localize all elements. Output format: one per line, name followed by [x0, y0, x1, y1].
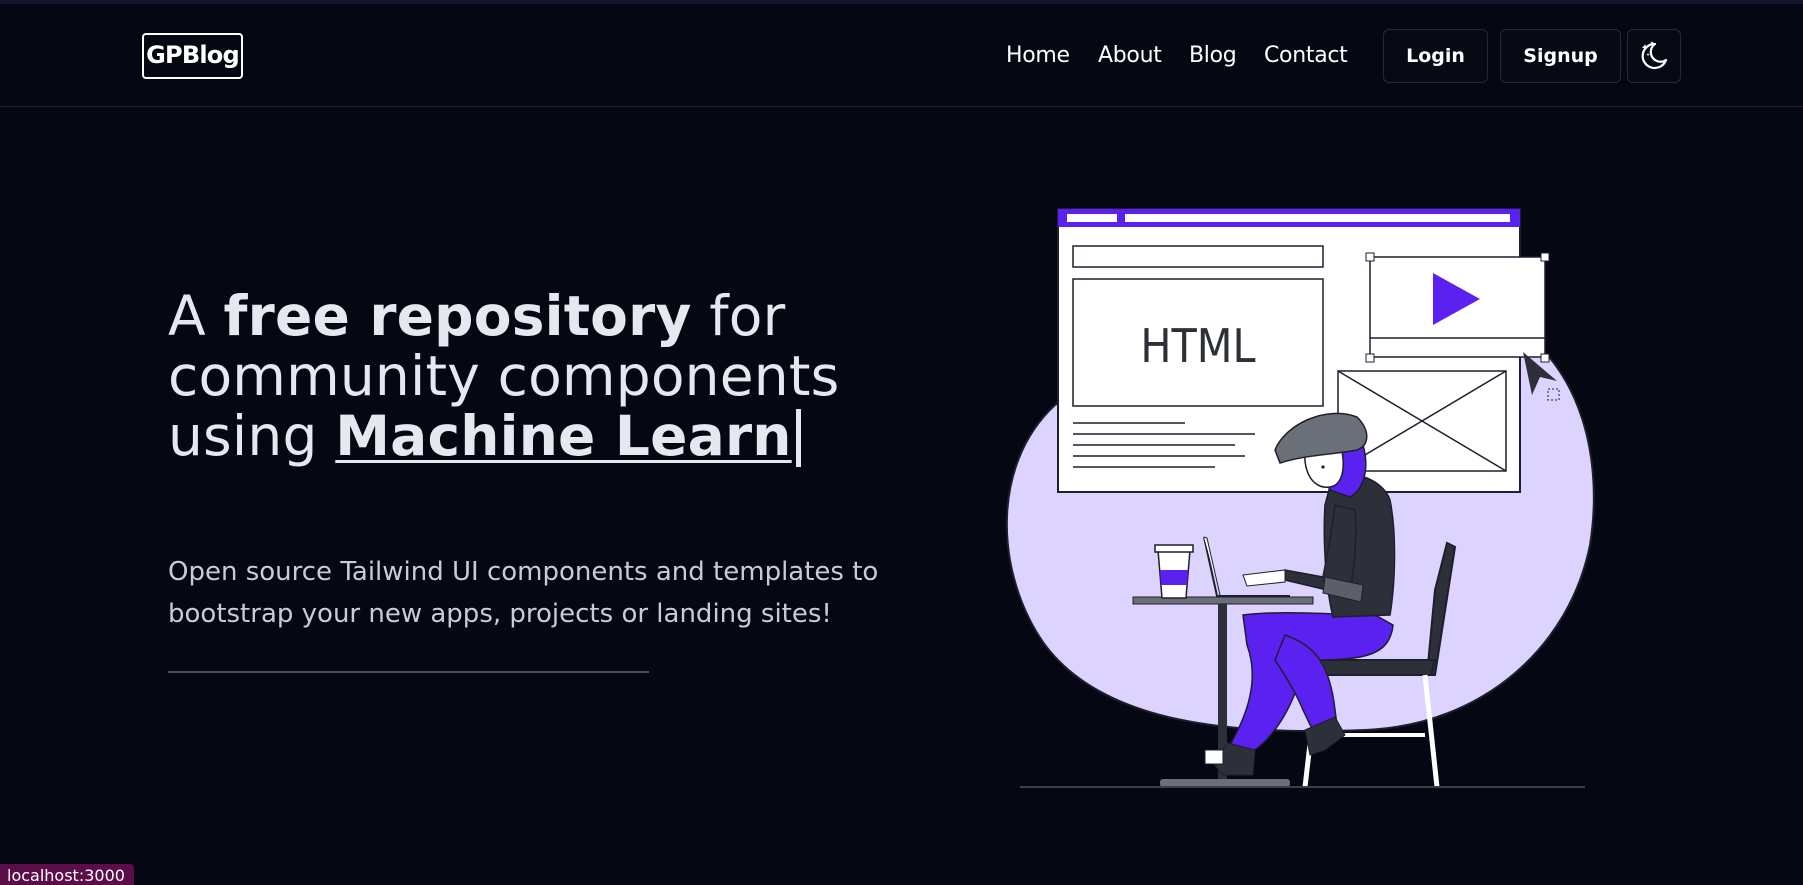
nav-blog-link[interactable]: Blog — [1189, 39, 1237, 73]
hero-title: A free repository for community componen… — [168, 286, 928, 467]
navbar: GPBlog Home About Blog Contact Login Sig… — [0, 0, 1803, 107]
theme-toggle-button[interactable] — [1627, 29, 1681, 83]
hero-subtitle: Open source Tailwind UI components and t… — [168, 557, 879, 629]
hero-divider — [168, 671, 649, 673]
typewriter-text: Machine Learn — [335, 404, 792, 468]
nav-contact-link[interactable]: Contact — [1264, 39, 1348, 73]
hero-title-part1: A — [168, 284, 224, 348]
signup-button[interactable]: Signup — [1500, 29, 1621, 83]
moon-stars-icon — [1641, 41, 1668, 70]
html-label: HTML — [1140, 319, 1255, 373]
nav-about-link[interactable]: About — [1098, 39, 1162, 73]
nav-home-link[interactable]: Home — [1006, 39, 1070, 73]
page: GPBlog Home About Blog Contact Login Sig… — [0, 0, 1803, 885]
typewriter-caret — [795, 409, 801, 467]
logo[interactable]: GPBlog — [142, 33, 243, 79]
status-bar-url: localhost:3000 — [0, 864, 134, 885]
hero-title-highlight: free repository — [223, 284, 692, 348]
login-button[interactable]: Login — [1383, 29, 1488, 83]
hero-illustration: HTML — [1005, 208, 1595, 788]
